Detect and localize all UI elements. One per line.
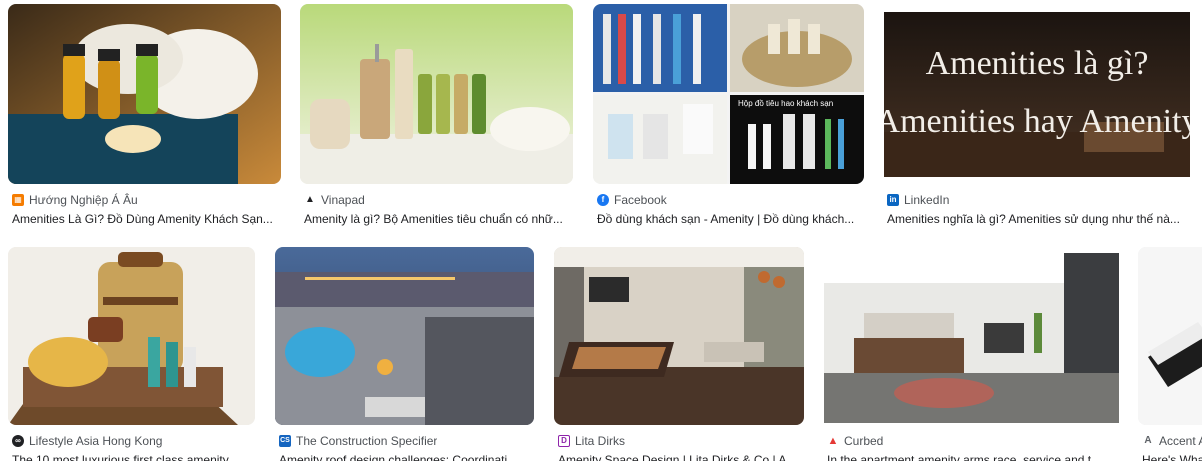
result-title[interactable]: The 10 most luxurious first class amenit… xyxy=(12,452,256,461)
accent-product-image xyxy=(1138,247,1202,425)
amenity-collage-image: Hộp đồ tiêu hao khách sạn xyxy=(593,4,864,184)
result-image[interactable] xyxy=(8,247,255,425)
result-source: ▦ Hướng Nghiệp Á Âu xyxy=(12,192,138,208)
result-title[interactable]: Amenities Là Gì? Đồ Dùng Amenity Khách S… xyxy=(12,211,284,227)
lita-dirks-icon: D xyxy=(558,435,570,447)
result-card-4[interactable]: Amenities là gì? Amenities hay Amenity i… xyxy=(883,4,1193,236)
source-name: Hướng Nghiệp Á Âu xyxy=(29,193,138,207)
result-card-1[interactable]: ▦ Hướng Nghiệp Á Âu Amenities Là Gì? Đồ … xyxy=(8,4,284,236)
result-card-3[interactable]: Hộp đồ tiêu hao khách sạn f Facebook Đồ … xyxy=(593,4,869,236)
amenity-bottles-image xyxy=(300,4,573,184)
image-heading-2: Amenities hay Amenity xyxy=(884,103,1190,140)
result-image[interactable] xyxy=(824,253,1119,423)
result-title[interactable]: In the apartment amenity arms race, serv… xyxy=(827,452,1119,461)
result-image[interactable] xyxy=(8,4,281,184)
result-source: CS The Construction Specifier xyxy=(279,433,437,449)
result-image[interactable] xyxy=(1138,247,1202,425)
first-class-amenity-image xyxy=(8,247,255,425)
result-image[interactable] xyxy=(554,247,804,425)
result-source: ▲ Vinapad xyxy=(304,192,365,208)
result-title[interactable]: Amenity roof design challenges: Coordina… xyxy=(279,452,535,461)
facebook-icon: f xyxy=(597,194,609,206)
result-image[interactable]: Amenities là gì? Amenities hay Amenity xyxy=(884,12,1190,177)
result-source: D Lita Dirks xyxy=(558,433,625,449)
source-name: Lita Dirks xyxy=(575,434,626,448)
image-caption: Hộp đồ tiêu hao khách sạn xyxy=(738,99,833,108)
result-image[interactable]: Hộp đồ tiêu hao khách sạn xyxy=(593,4,864,184)
result-title[interactable]: Amenities nghĩa là gì? Amenities sử dụng… xyxy=(887,211,1191,227)
source-name: The Construction Specifier xyxy=(296,434,438,448)
result-source: in LinkedIn xyxy=(887,192,949,208)
result-source: f Facebook xyxy=(597,192,667,208)
amenities-title-image: Amenities là gì? Amenities hay Amenity xyxy=(884,12,1190,177)
source-name: Facebook xyxy=(614,193,667,207)
result-source: ∞ Lifestyle Asia Hong Kong xyxy=(12,433,162,449)
linkedin-icon: in xyxy=(887,194,899,206)
roof-amenity-image xyxy=(275,247,534,425)
result-title[interactable]: Amenity Space Design | Lita Dirks & Co |… xyxy=(558,452,805,461)
source-name: Curbed xyxy=(844,434,884,448)
source-name: Accent A xyxy=(1159,434,1202,448)
result-source: ▲ Curbed xyxy=(827,433,884,449)
accent-icon: A xyxy=(1144,435,1152,446)
result-title[interactable]: Here's Wha... xyxy=(1142,452,1202,461)
amenity-tray-image xyxy=(8,4,281,184)
result-image[interactable] xyxy=(275,247,534,425)
amenity-space-image xyxy=(554,247,804,425)
cs-icon: CS xyxy=(279,435,291,447)
mountain-triangle-icon: ▲ xyxy=(305,194,315,205)
result-card-7[interactable]: D Lita Dirks Amenity Space Design | Lita… xyxy=(554,247,807,461)
curbed-icon: ▲ xyxy=(827,435,839,447)
orange-grid-icon: ▦ xyxy=(12,194,24,206)
source-name: Vinapad xyxy=(321,193,365,207)
result-title[interactable]: Đồ dùng khách sạn - Amenity | Đồ dùng kh… xyxy=(597,211,867,227)
source-name: Lifestyle Asia Hong Kong xyxy=(29,434,163,448)
image-heading-1: Amenities là gì? xyxy=(926,45,1149,82)
result-image[interactable] xyxy=(300,4,573,184)
result-card-2[interactable]: ▲ Vinapad Amenity là gì? Bộ Amenities ti… xyxy=(300,4,576,236)
result-card-5[interactable]: ∞ Lifestyle Asia Hong Kong The 10 most l… xyxy=(8,247,258,461)
result-card-8[interactable]: ▲ Curbed In the apartment amenity arms r… xyxy=(823,247,1123,461)
lifestyle-asia-icon: ∞ xyxy=(12,435,24,447)
result-source: A Accent A xyxy=(1142,433,1202,449)
apartment-amenity-image xyxy=(824,253,1119,423)
result-card-6[interactable]: CS The Construction Specifier Amenity ro… xyxy=(275,247,537,461)
result-card-9[interactable]: A Accent A Here's Wha... xyxy=(1138,247,1202,461)
source-name: LinkedIn xyxy=(904,193,950,207)
result-title[interactable]: Amenity là gì? Bộ Amenities tiêu chuẩn c… xyxy=(304,211,576,227)
